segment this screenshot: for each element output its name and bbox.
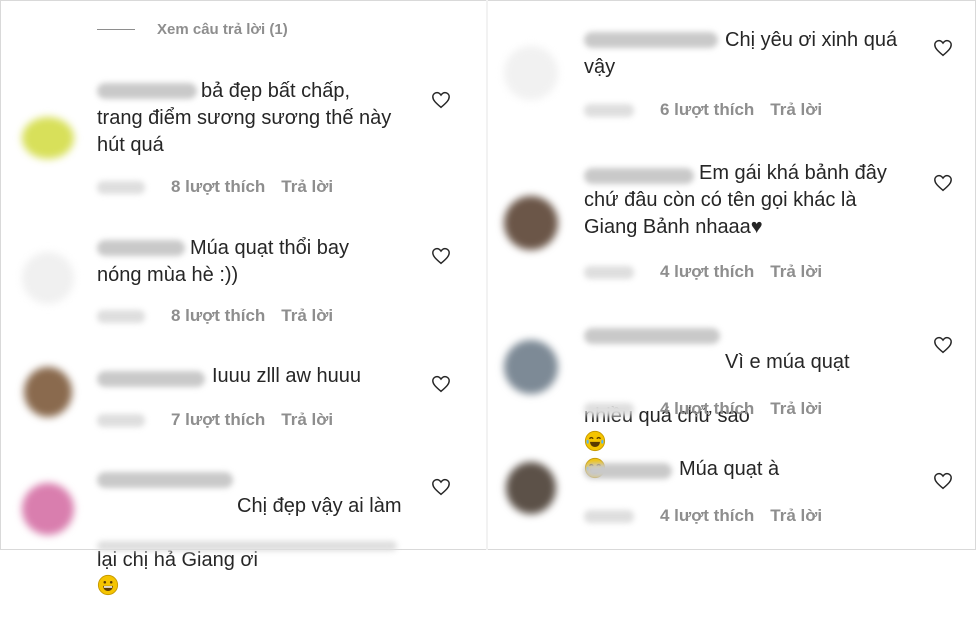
comment-line: Vì e múa quạt (725, 351, 850, 373)
heart-icon[interactable] (431, 247, 451, 265)
avatar[interactable] (22, 252, 74, 304)
comment-text: Múa quạt thổi bay nóng mùa hè :)) (97, 237, 349, 286)
heart-icon[interactable] (933, 39, 953, 57)
comment-meta: 4 lượt thích Trả lời (660, 506, 822, 526)
reply-button[interactable]: Trả lời (281, 177, 333, 196)
comment-text: bả đẹp bất chấp, trang điểm sương sương … (97, 80, 392, 156)
like-count[interactable]: 6 lượt thích (660, 100, 754, 119)
comment-meta: 6 lượt thích Trả lời (660, 100, 822, 120)
reply-button[interactable]: Trả lời (281, 306, 333, 325)
heart-icon[interactable] (431, 91, 451, 109)
avatar[interactable] (22, 117, 74, 159)
reply-button[interactable]: Trả lời (770, 262, 822, 281)
avatar[interactable] (504, 196, 558, 250)
view-replies-label: Xem câu trả lời (1) (157, 21, 288, 38)
timestamp-blurred (97, 310, 145, 323)
timestamp-blurred (584, 266, 634, 279)
avatar[interactable] (506, 462, 556, 514)
comment-line-wrap: lại chị hả Giang ơi (97, 547, 402, 601)
avatar[interactable] (22, 483, 74, 535)
comment-text: Chị yêu ơi xinh quá vậy (584, 29, 898, 78)
comment-line: Chị đẹp vậy ai làm (237, 495, 402, 517)
heart-icon[interactable] (933, 472, 953, 490)
heart-icon[interactable] (431, 375, 451, 393)
comment-meta: 8 lượt thích Trả lời (171, 177, 333, 197)
comment-text: Múa quạt à (679, 458, 780, 480)
avatar[interactable] (504, 340, 558, 394)
like-count[interactable]: 7 lượt thích (171, 410, 265, 429)
view-replies-line (97, 29, 135, 30)
comment-text: Em gái khá bảnh đây chứ đâu còn có tên g… (584, 162, 887, 238)
avatar[interactable] (504, 46, 558, 100)
reply-button[interactable]: Trả lời (770, 506, 822, 525)
comment-line: lại chị hả Giang ơi (97, 549, 258, 571)
username-blurred[interactable] (97, 371, 205, 387)
heart-icon[interactable] (933, 336, 953, 354)
avatar[interactable] (24, 367, 72, 417)
timestamp-blurred (584, 403, 634, 416)
reply-button[interactable]: Trả lời (770, 399, 822, 418)
username-blurred[interactable] (584, 463, 672, 479)
grinning-face-emoji (97, 574, 119, 596)
comment-meta: 7 lượt thích Trả lời (171, 410, 333, 430)
column-divider (486, 0, 488, 550)
timestamp-blurred (97, 181, 145, 194)
timestamp-blurred (584, 104, 634, 117)
like-count[interactable]: 4 lượt thích (660, 262, 754, 281)
comment-meta: 4 lượt thích Trả lời (660, 399, 822, 419)
heart-icon[interactable] (431, 478, 451, 496)
like-count[interactable]: 4 lượt thích (660, 399, 754, 418)
tears-of-joy-emoji (584, 430, 606, 452)
comment-meta: 8 lượt thích Trả lời (171, 306, 333, 326)
view-replies-link[interactable]: Xem câu trả lời (1) (97, 21, 288, 38)
like-count[interactable]: 4 lượt thích (660, 506, 754, 525)
comment-meta: 4 lượt thích Trả lời (660, 262, 822, 282)
like-count[interactable]: 8 lượt thích (171, 177, 265, 196)
timestamp-blurred (97, 414, 145, 427)
comment-text: Iuuu zlll aw huuu (212, 365, 361, 387)
reply-button[interactable]: Trả lời (770, 100, 822, 119)
reply-button[interactable]: Trả lời (281, 410, 333, 429)
heart-icon[interactable] (933, 174, 953, 192)
like-count[interactable]: 8 lượt thích (171, 306, 265, 325)
timestamp-blurred (584, 510, 634, 523)
